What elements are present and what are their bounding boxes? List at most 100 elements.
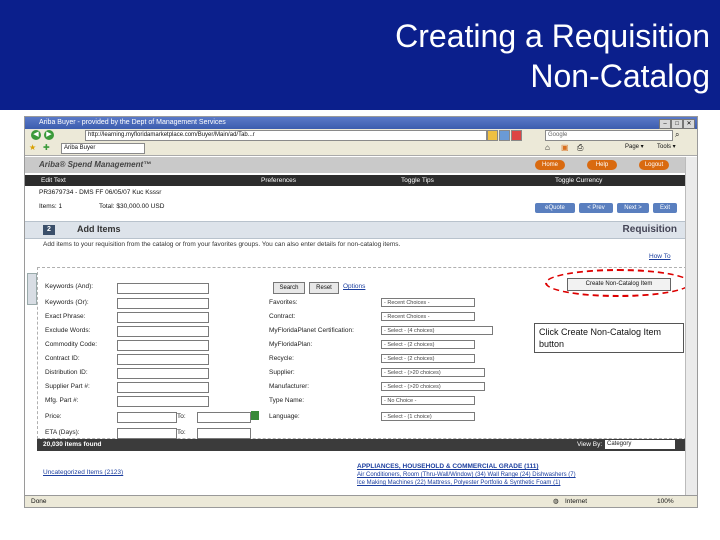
next-button[interactable]: Next > xyxy=(617,203,649,213)
highlight-ring xyxy=(545,269,691,297)
help-button[interactable]: Help xyxy=(587,160,617,170)
view-by-label: View By: xyxy=(577,441,603,448)
distribution-id-input[interactable] xyxy=(117,368,209,379)
results-count: 20,030 items found xyxy=(43,441,102,448)
maximize-icon[interactable]: □ xyxy=(671,119,683,129)
label-keywords-or: Keywords (Or): xyxy=(45,299,89,306)
feeds-icon[interactable]: ▣ xyxy=(561,143,569,152)
tab-ariba-buyer[interactable]: Ariba Buyer xyxy=(61,143,145,154)
favorites-star-icon[interactable]: ★ xyxy=(29,143,36,152)
eta-from-input[interactable] xyxy=(117,428,177,439)
prev-button[interactable]: < Prev xyxy=(579,203,613,213)
contract-id-input[interactable] xyxy=(117,354,209,365)
exit-button[interactable]: Exit xyxy=(653,203,677,213)
label-keywords-and: Keywords (And): xyxy=(45,283,94,290)
label-type-name: Type Name: xyxy=(269,397,305,404)
browser-status-bar: Done ◍ Internet 100% xyxy=(25,495,697,507)
refresh-icon[interactable] xyxy=(499,130,510,141)
requisition-id: PR3679734 - DMS FF 06/05/07 Kuc Ksssr xyxy=(39,189,162,196)
language-select[interactable]: - Select - (1 choice) xyxy=(381,412,475,421)
browser-screenshot: Ariba Buyer - provided by the Dept of Ma… xyxy=(24,116,698,508)
eta-to-input[interactable] xyxy=(197,428,251,439)
browser-title-bar: Ariba Buyer - provided by the Dept of Ma… xyxy=(25,117,697,129)
section-instruction: Add items to your requisition from the c… xyxy=(43,241,401,248)
back-icon[interactable]: ◀ xyxy=(31,130,41,140)
supplier-select[interactable]: - Select - (>20 choices) xyxy=(381,368,485,377)
recycle-select[interactable]: - Select - (2 choices) xyxy=(381,354,475,363)
home-button[interactable]: Home xyxy=(535,160,565,170)
vertical-scrollbar[interactable] xyxy=(685,157,697,495)
reset-button[interactable]: Reset xyxy=(309,282,339,294)
logout-button[interactable]: Logout xyxy=(639,160,669,170)
add-favorite-icon[interactable]: ✚ xyxy=(43,143,50,152)
menu-preferences[interactable]: Preferences xyxy=(261,175,296,186)
label-price: Price: xyxy=(45,413,62,420)
type-name-select[interactable]: - No Choice - xyxy=(381,396,475,405)
label-favorites: Favorites: xyxy=(269,299,298,306)
exclude-words-input[interactable] xyxy=(117,326,209,337)
price-to-input[interactable] xyxy=(197,412,251,423)
tools-menu[interactable]: Tools ▾ xyxy=(657,143,676,150)
label-contract-id: Contract ID: xyxy=(45,355,80,362)
label-exclude-words: Exclude Words: xyxy=(45,327,91,334)
status-done: Done xyxy=(31,498,47,505)
forward-icon[interactable]: ▶ xyxy=(44,130,54,140)
search-button[interactable]: Search xyxy=(273,282,305,294)
category-appliances-link[interactable]: APPLIANCES, HOUSEHOLD & COMMERCIAL GRADE… xyxy=(357,463,539,470)
label-language: Language: xyxy=(269,413,300,420)
stop-icon[interactable] xyxy=(511,130,522,141)
search-input[interactable]: Google xyxy=(545,130,673,141)
label-supplier-part: Supplier Part #: xyxy=(45,383,90,390)
print-icon[interactable]: ⎙ xyxy=(577,143,583,153)
search-icon[interactable]: ⌕ xyxy=(675,130,679,140)
label-certification: MyFloridaPlanet Certification: xyxy=(269,327,354,334)
menu-edit-text[interactable]: Edit Text xyxy=(41,175,66,186)
side-collapse-handle[interactable] xyxy=(27,273,37,305)
exact-phrase-input[interactable] xyxy=(117,312,209,323)
window-title: Ariba Buyer - provided by the Dept of Ma… xyxy=(39,119,226,126)
options-link[interactable]: Options xyxy=(343,283,365,290)
slide-title-line1: Creating a Requisition xyxy=(395,18,710,54)
label-myfloridaplan: MyFloridaPlan: xyxy=(269,341,313,348)
menu-toggle-tips[interactable]: Toggle Tips xyxy=(401,175,434,186)
label-commodity-code: Commodity Code: xyxy=(45,341,98,348)
step-number: 2 xyxy=(43,225,55,235)
category-items-line1[interactable]: Air Conditioners, Room (Thru-Wall/Window… xyxy=(357,472,576,478)
uncategorized-items-link[interactable]: Uncategorized Items (2123) xyxy=(43,469,123,476)
manufacturer-select[interactable]: - Select - (>20 choices) xyxy=(381,382,485,391)
address-input[interactable]: http://learning.myfloridamarketplace.com… xyxy=(85,130,487,141)
ariba-logo: Ariba® Spend Management™ xyxy=(39,160,152,169)
tab-toolbar-row: ★ ✚ Ariba Buyer ⌂ ▣ ⎙ Page ▾ Tools ▾ xyxy=(25,141,697,156)
minimize-icon[interactable]: – xyxy=(659,119,671,129)
how-to-link[interactable]: How To xyxy=(649,253,671,260)
ariba-header: Ariba® Spend Management™ Home Help Logou… xyxy=(25,157,685,173)
keywords-and-input[interactable] xyxy=(117,283,209,294)
home-icon[interactable]: ⌂ xyxy=(545,143,550,152)
ariba-menubar: Edit Text Preferences Toggle Tips Toggle… xyxy=(25,175,685,186)
favorites-select[interactable]: - Recent Choices - xyxy=(381,298,475,307)
mfg-part-input[interactable] xyxy=(117,396,209,407)
view-by-select[interactable]: Category xyxy=(605,440,675,449)
keywords-or-input[interactable] xyxy=(117,298,209,309)
certification-select[interactable]: - Select - (4 choices) xyxy=(381,326,493,335)
page-menu[interactable]: Page ▾ xyxy=(625,143,644,150)
go-icon[interactable] xyxy=(487,130,498,141)
equote-button[interactable]: eQuote xyxy=(535,203,575,213)
label-recycle: Recycle: xyxy=(269,355,294,362)
label-supplier: Supplier: xyxy=(269,369,295,376)
close-icon[interactable]: ✕ xyxy=(683,119,695,129)
slide-title-line2: Non-Catalog xyxy=(530,58,710,94)
instruction-callout: Click Create Non-Catalog Item button xyxy=(534,323,684,353)
internet-zone-icon: ◍ xyxy=(553,498,559,505)
zoom-level[interactable]: 100% xyxy=(657,496,674,507)
label-contract: Contract: xyxy=(269,313,296,320)
myfloridaplan-select[interactable]: - Select - (2 choices) xyxy=(381,340,475,349)
menu-toggle-currency[interactable]: Toggle Currency xyxy=(555,175,602,186)
contract-select[interactable]: - Recent Choices - xyxy=(381,312,475,321)
price-from-input[interactable] xyxy=(117,412,177,423)
price-to-label: To: xyxy=(177,413,186,420)
currency-icon[interactable] xyxy=(251,411,259,420)
category-items-line2[interactable]: Ice Making Machines (22) Mattress, Polye… xyxy=(357,480,560,486)
commodity-code-input[interactable] xyxy=(117,340,209,351)
supplier-part-input[interactable] xyxy=(117,382,209,393)
